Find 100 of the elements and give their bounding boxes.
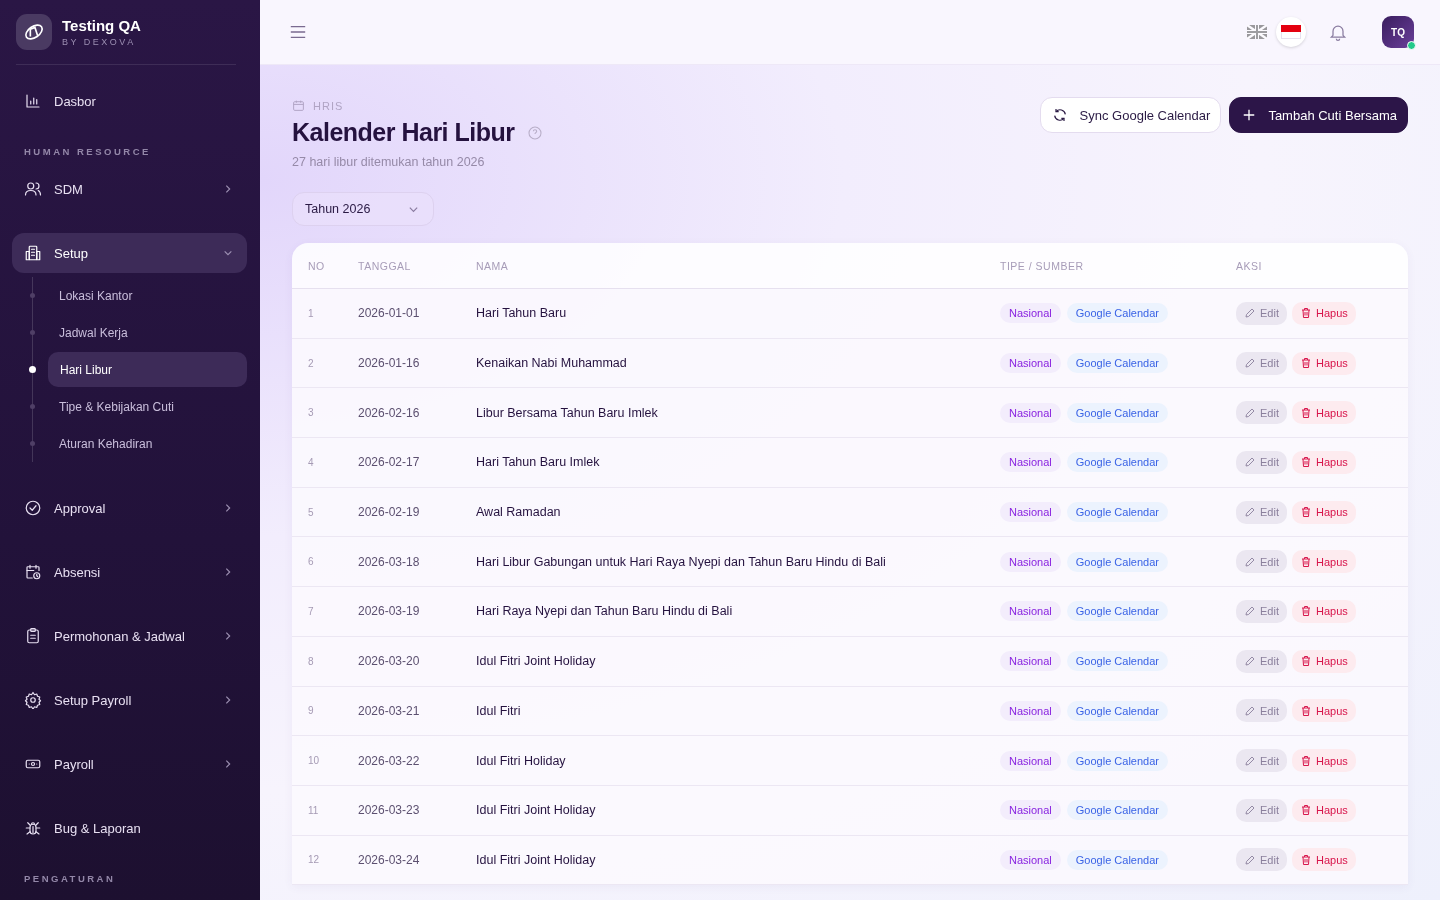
source-tag: Google Calendar [1066, 353, 1168, 374]
type-tag: Nasional [1000, 800, 1061, 821]
trash-icon [1299, 357, 1312, 370]
submenu-item[interactable]: Aturan Kehadiran [47, 426, 247, 461]
edit-button[interactable]: Edit [1236, 550, 1287, 574]
bug-icon [24, 819, 42, 837]
table-cell-text: 2026-03-23 [358, 803, 421, 818]
sidebar-item[interactable]: SDM [12, 169, 247, 209]
clipboard-icon [24, 627, 42, 645]
type-tag: Nasional [1000, 402, 1061, 423]
table-cell-text: Hari Tahun Baru Imlek [476, 455, 601, 470]
submenu-item[interactable]: Tipe & Kebijakan Cuti [47, 389, 247, 424]
bullet-dot [30, 330, 35, 335]
trash-icon [1299, 655, 1312, 668]
type-tag: Nasional [1000, 502, 1061, 523]
source-tag: Google Calendar [1066, 303, 1168, 324]
table-cell-text: 4 [307, 456, 315, 468]
sidebar-item[interactable]: Approval [12, 488, 247, 528]
edit-button[interactable]: Edit [1236, 450, 1287, 474]
table-cell-text: Idul Fitri Joint Holiday [476, 803, 597, 818]
pencil-icon [1244, 754, 1256, 767]
submenu-item[interactable]: Jadwal Kerja [47, 315, 247, 350]
table-cell-text: 2026-03-18 [358, 554, 421, 569]
table-cell-text: 5 [307, 506, 315, 518]
pencil-icon [1244, 655, 1256, 668]
column-header: AKSI [1236, 259, 1263, 272]
delete-button[interactable]: Hapus [1291, 351, 1356, 375]
flag-icon [1281, 25, 1301, 39]
table-cell-text: 2026-03-24 [358, 852, 421, 867]
sync-button[interactable]: Sync Google Calendar [1039, 97, 1222, 133]
year-select[interactable]: Tahun 2026 [292, 192, 434, 226]
delete-button[interactable]: Hapus [1291, 500, 1356, 524]
page-title: Kalender Hari Libur [292, 118, 515, 147]
chevron-right-icon [223, 759, 233, 769]
delete-button[interactable]: Hapus [1291, 848, 1356, 872]
table-cell-text: 2026-03-21 [358, 703, 421, 718]
add-button[interactable]: Tambah Cuti Bersama [1229, 97, 1408, 133]
building-icon [24, 244, 42, 262]
edit-button[interactable]: Edit [1236, 599, 1287, 623]
submenu-item[interactable]: Lokasi Kantor [47, 278, 247, 313]
sidebar-item[interactable]: Setup Payroll [12, 680, 247, 720]
edit-button[interactable]: Edit [1236, 351, 1287, 375]
submenu-item[interactable]: Hari Libur [48, 352, 247, 387]
delete-button[interactable]: Hapus [1291, 599, 1356, 623]
table-cell-text: 9 [307, 705, 315, 717]
column-header: NAMA [476, 259, 510, 272]
delete-button[interactable]: Hapus [1291, 301, 1356, 325]
edit-button[interactable]: Edit [1236, 848, 1287, 872]
plus-icon [1242, 108, 1257, 122]
delete-button[interactable]: Hapus [1291, 699, 1356, 723]
chevron-right-icon [223, 567, 233, 577]
chevron-right-icon [223, 631, 233, 641]
table-cell-text: Hari Libur Gabungan untuk Hari Raya Nyepi dan Tahun Baru Hindu di Bali [476, 554, 887, 569]
table-cell-text: 11 [307, 804, 320, 816]
calendar-icon [292, 99, 305, 112]
chevron-down-icon [223, 248, 233, 258]
delete-button[interactable]: Hapus [1291, 401, 1356, 425]
sidebar-item[interactable]: Bug & Laporan [12, 808, 247, 848]
trash-icon [1299, 704, 1312, 717]
delete-button[interactable]: Hapus [1291, 550, 1356, 574]
edit-button[interactable]: Edit [1236, 699, 1287, 723]
page-subtitle: 27 hari libur ditemukan tahun 2026 [292, 155, 486, 169]
sidebar-item[interactable]: Setup [12, 233, 247, 273]
source-tag: Google Calendar [1066, 601, 1168, 622]
trash-icon [1299, 456, 1312, 469]
type-tag: Nasional [1000, 849, 1061, 870]
source-tag: Google Calendar [1066, 452, 1168, 473]
delete-button[interactable]: Hapus [1291, 749, 1356, 773]
edit-button[interactable]: Edit [1236, 301, 1287, 325]
edit-button[interactable]: Edit [1236, 798, 1287, 822]
menu-icon[interactable] [289, 23, 307, 41]
edit-button[interactable]: Edit [1236, 649, 1287, 673]
breadcrumb: HRIS [313, 99, 344, 112]
delete-button[interactable]: Hapus [1291, 798, 1356, 822]
source-tag: Google Calendar [1066, 849, 1168, 870]
edit-button[interactable]: Edit [1236, 401, 1287, 425]
edit-button[interactable]: Edit [1236, 500, 1287, 524]
sidebar-item[interactable]: Absensi [12, 552, 247, 592]
edit-button[interactable]: Edit [1236, 749, 1287, 773]
sidebar-item[interactable]: Dasbor [12, 81, 247, 121]
type-tag: Nasional [1000, 651, 1061, 672]
user-avatar[interactable]: TQ [1382, 16, 1414, 48]
chart-icon [24, 92, 42, 110]
sidebar-item[interactable]: Payroll [12, 744, 247, 784]
source-tag: Google Calendar [1066, 700, 1168, 721]
gear-icon [24, 691, 42, 709]
table-cell-text: 2026-01-16 [358, 356, 421, 371]
nav-section-label: HUMAN RESOURCE [23, 145, 152, 157]
pencil-icon [1244, 804, 1256, 817]
table-cell-text: 6 [307, 556, 315, 568]
column-header: TIPE / SUMBER [1000, 259, 1085, 272]
type-tag: Nasional [1000, 452, 1061, 473]
column-header: TANGGAL [358, 259, 412, 272]
delete-button[interactable]: Hapus [1291, 649, 1356, 673]
column-header: NO [307, 259, 326, 272]
table-cell-text: Idul Fitri Joint Holiday [476, 852, 597, 867]
sidebar-item[interactable]: Permohonan & Jadwal [12, 616, 247, 656]
pencil-icon [1244, 506, 1256, 519]
delete-button[interactable]: Hapus [1291, 450, 1356, 474]
language-option[interactable] [1276, 17, 1306, 47]
